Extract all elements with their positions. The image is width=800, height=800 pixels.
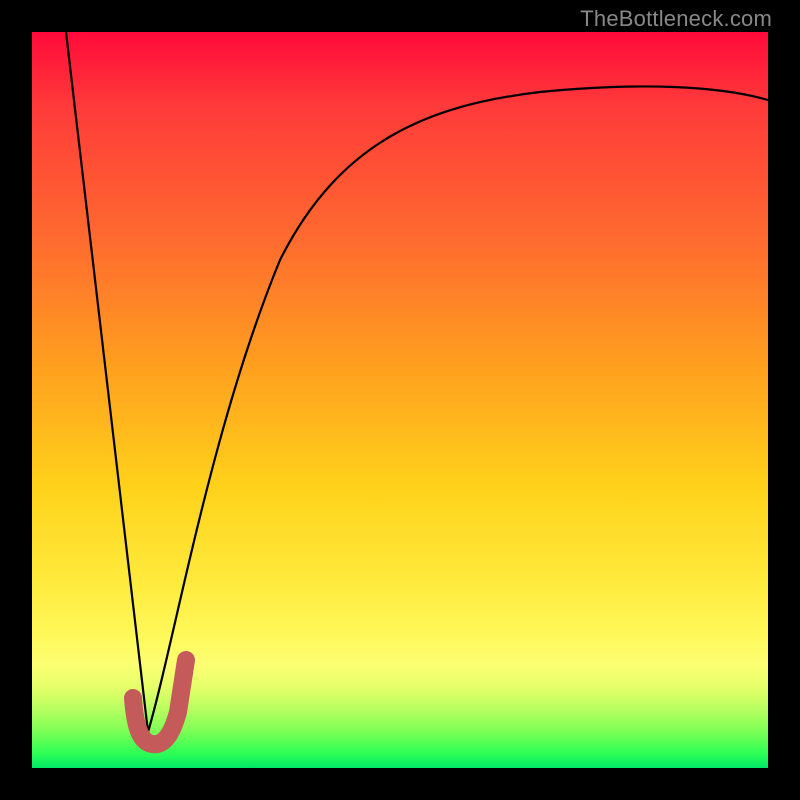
chart-frame: TheBottleneck.com (0, 0, 800, 800)
curve-left-descent (66, 32, 148, 732)
chart-svg (0, 0, 800, 800)
curve-right-ascend (148, 86, 768, 732)
